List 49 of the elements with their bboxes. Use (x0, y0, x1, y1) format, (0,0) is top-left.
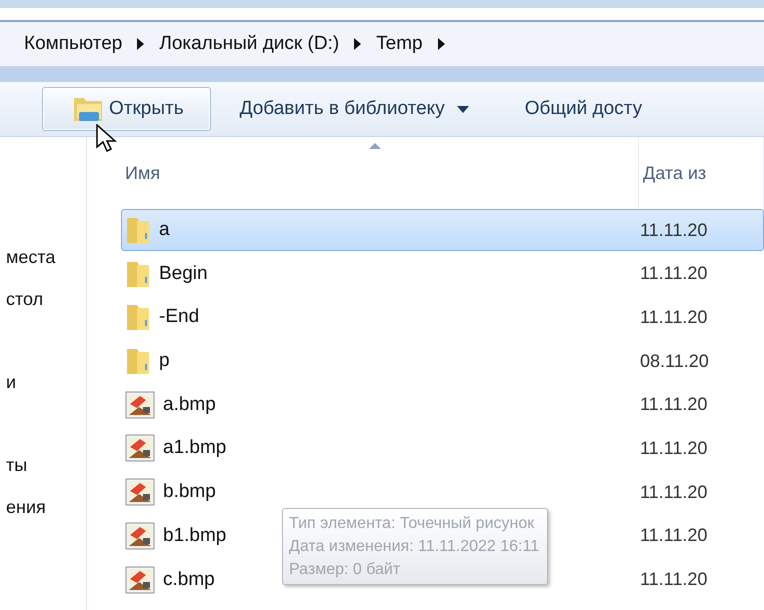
cursor-icon (96, 124, 118, 154)
image-file-icon (125, 434, 155, 462)
breadcrumb-item[interactable]: Компьютер (24, 33, 122, 55)
chevron-icon[interactable] (436, 38, 446, 50)
folder-icon (125, 215, 151, 245)
tooltip-line: Тип элемента: Точечный рисунок (289, 514, 536, 534)
nav-item[interactable]: стол (0, 288, 44, 310)
file-date: 11.11.20 (639, 220, 708, 240)
file-date: 11.11.20 (639, 438, 708, 459)
file-date: 11.11.20 (639, 263, 708, 284)
image-file-icon (125, 390, 155, 419)
file-date: 11.11.20 (639, 569, 708, 590)
open-button[interactable]: Открыть (42, 87, 211, 131)
file-name[interactable]: a.bmp (163, 394, 216, 416)
column-label: Имя (125, 162, 160, 184)
file-name[interactable]: a1.bmp (163, 437, 226, 460)
chevron-icon[interactable] (353, 38, 362, 50)
caret-icon (456, 106, 469, 112)
selected-row[interactable]: a 11.11.20 (121, 209, 764, 251)
breadcrumb-item[interactable]: Temp (376, 33, 423, 55)
breadcrumb-item[interactable]: Локальный диск (D:) (159, 33, 340, 55)
file-name[interactable]: b.bmp (163, 481, 216, 504)
address-bar[interactable]: Компьютер Локальный диск (D:) Temp (0, 20, 764, 68)
toolbar-button[interactable]: Общий досту (524, 87, 670, 131)
image-file-icon (125, 566, 155, 594)
tooltip-line: Размер: 0 байт (289, 560, 402, 580)
nav-item[interactable]: ения (0, 497, 46, 518)
tooltip-line: Дата изменения: 11.11.2022 16:11 (289, 537, 540, 557)
file-name[interactable]: a (159, 219, 170, 241)
file-name[interactable]: c.bmp (163, 568, 215, 590)
folder-icon (125, 302, 151, 332)
nav-item[interactable]: ты (0, 455, 28, 476)
file-name[interactable]: p (159, 350, 170, 372)
nav-item[interactable]: места (0, 247, 56, 268)
file-date: 11.11.20 (639, 394, 708, 416)
file-name[interactable]: b1.bmp (163, 524, 226, 547)
file-date: 08.11.20 (639, 350, 709, 372)
nav-item[interactable]: и (0, 372, 16, 394)
file-date: 11.11.20 (639, 306, 708, 328)
file-date: 11.11.20 (639, 525, 708, 546)
image-file-icon (125, 522, 155, 550)
file-name[interactable]: Begin (159, 262, 208, 285)
column-label: Дата из (643, 162, 706, 184)
file-date: 11.11.20 (639, 482, 708, 503)
folder-icon (125, 346, 151, 376)
file-name[interactable]: -End (159, 306, 200, 328)
dropdown-button[interactable]: Добавить в библиотеку (238, 87, 496, 131)
chevron-icon[interactable] (136, 38, 146, 50)
image-file-icon (125, 478, 155, 506)
